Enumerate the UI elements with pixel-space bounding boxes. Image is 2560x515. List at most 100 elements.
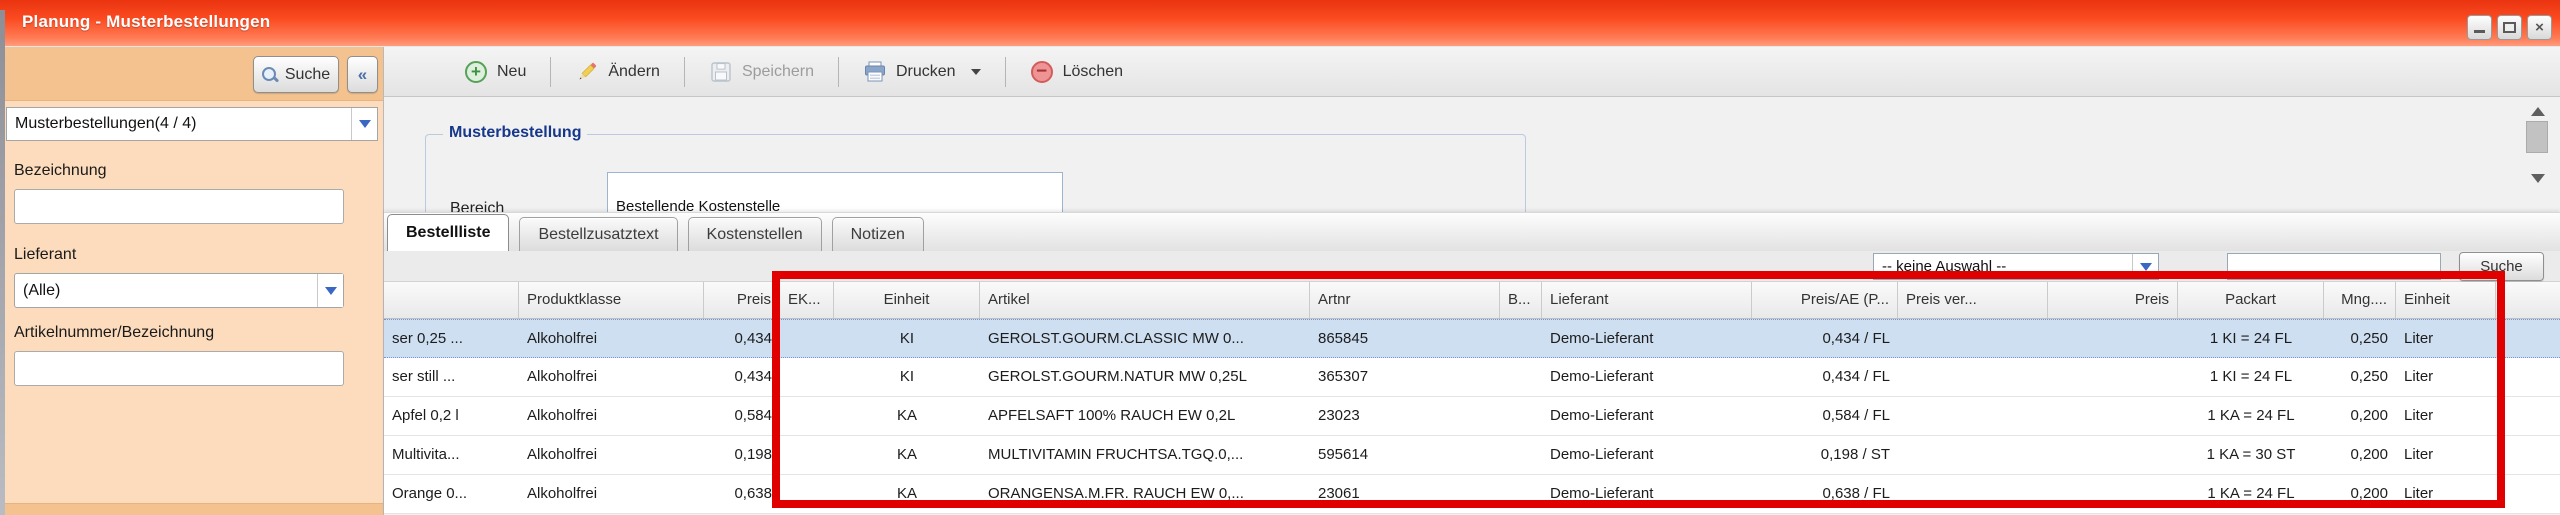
table-row[interactable]: ser still ...Alkoholfrei0,434KIGEROLST.G…	[384, 358, 2560, 397]
chevron-down-icon[interactable]	[317, 274, 343, 307]
cell: 0,198	[704, 436, 780, 474]
cell: 0,434	[704, 320, 780, 357]
column-header-b[interactable]: B...	[1500, 282, 1542, 318]
bereich-select-value: Bestellende Kostenstelle	[608, 171, 1062, 212]
neu-button[interactable]: +Neu	[454, 54, 536, 90]
cell-filler	[2496, 436, 2560, 474]
cell-filler	[2496, 397, 2560, 435]
cell: Demo-Lieferant	[1542, 475, 1752, 513]
cell: 595614	[1310, 436, 1500, 474]
tab-notizen[interactable]: Notizen	[832, 217, 924, 251]
bezeichnung-label: Bezeichnung	[14, 162, 107, 180]
lieferant-select[interactable]: (Alle)	[14, 273, 344, 308]
tab-bestellzusatztext[interactable]: Bestellzusatztext	[519, 217, 677, 251]
restore-button[interactable]	[2497, 15, 2522, 40]
bereich-select[interactable]: Bestellende Kostenstelle	[607, 172, 1063, 212]
close-button[interactable]: ×	[2527, 15, 2552, 40]
cell: KA	[834, 397, 980, 435]
chevron-down-icon[interactable]	[2132, 254, 2158, 279]
cell: 0,434	[704, 358, 780, 396]
bereich-label: Bereich	[450, 200, 504, 212]
window-title: Planung - Musterbestellungen	[22, 12, 270, 32]
cell	[780, 358, 834, 396]
speichern-button[interactable]: Speichern	[699, 54, 824, 90]
toolbar-button-label: Neu	[497, 63, 526, 81]
cell	[1898, 397, 2048, 435]
column-header-preis[interactable]: Preis	[2048, 282, 2178, 318]
minimize-button[interactable]	[2467, 15, 2492, 40]
cell: 1 KA = 30 ST	[2178, 436, 2324, 474]
table-row[interactable]: Orange 0...Alkoholfrei0,638KAORANGENSA.M…	[384, 475, 2560, 514]
cell: 0,200	[2324, 397, 2396, 435]
column-header-lieferant[interactable]: Lieferant	[1542, 282, 1752, 318]
cell: Alkoholfrei	[519, 320, 704, 357]
scroll-down-icon[interactable]	[2531, 174, 2545, 183]
cell: 0,200	[2324, 475, 2396, 513]
sidebar-search-button-label: Suche	[285, 66, 330, 84]
cell: APFELSAFT 100% RAUCH EW 0,2L	[980, 397, 1310, 435]
cell	[1898, 475, 2048, 513]
column-header-preis-ae-p[interactable]: Preis/AE (P...	[1752, 282, 1898, 318]
tab-bestellliste[interactable]: Bestellliste	[387, 214, 509, 251]
cell: 1 KI = 24 FL	[2178, 320, 2324, 357]
column-header-packart[interactable]: Packart	[2178, 282, 2324, 318]
cell: 0,584	[704, 397, 780, 435]
column-header-einheit[interactable]: Einheit	[834, 282, 980, 318]
column-header-artikel[interactable]: Artikel	[980, 282, 1310, 318]
minimize-icon	[2474, 30, 2485, 33]
column-header-einheit[interactable]: Einheit	[2396, 282, 2496, 318]
table-search-input[interactable]	[2227, 253, 2441, 280]
toolbar-button-label: Löschen	[1063, 63, 1124, 81]
toolbar-button-label: Speichern	[742, 63, 814, 81]
restore-icon	[2503, 22, 2516, 33]
column-header-ek[interactable]: EK...	[780, 282, 834, 318]
cell	[1500, 397, 1542, 435]
cell	[1500, 358, 1542, 396]
toolbar: +Neu Ändern Speichern Drucken −Löschen	[384, 47, 2560, 97]
pencil-icon	[575, 60, 599, 84]
table-row[interactable]: Apfel 0,2 lAlkoholfrei0,584KAAPFELSAFT 1…	[384, 397, 2560, 436]
table-row[interactable]: ser 0,25 ...Alkoholfrei0,434KIGEROLST.GO…	[384, 319, 2560, 358]
tab-kostenstellen[interactable]: Kostenstellen	[688, 217, 822, 251]
sidebar-search-button[interactable]: Suche	[253, 56, 339, 93]
cell: 0,434 / FL	[1752, 320, 1898, 357]
lschen-button[interactable]: −Löschen	[1020, 54, 1134, 90]
lieferant-label: Lieferant	[14, 246, 76, 264]
toolbar-separator	[684, 57, 685, 87]
bezeichnung-input[interactable]	[14, 189, 344, 224]
filter-select[interactable]: -- keine Auswahl --	[1873, 253, 2159, 280]
drucken-button[interactable]: Drucken	[853, 54, 991, 90]
form-panel: Musterbestellung Bereich Bestellende Kos…	[384, 97, 2560, 212]
sidebar-collapse-button[interactable]: «	[347, 56, 378, 93]
cell: 0,434 / FL	[1752, 358, 1898, 396]
column-header-produktklasse[interactable]: Produktklasse	[519, 282, 704, 318]
form-vertical-scrollbar	[2526, 105, 2550, 185]
column-header-preis[interactable]: Preis	[704, 282, 780, 318]
cell: 0,638 / FL	[1752, 475, 1898, 513]
table-row[interactable]: Multivita...Alkoholfrei0,198KAMULTIVITAM…	[384, 436, 2560, 475]
cell	[780, 320, 834, 357]
column-header-mng[interactable]: Mng....	[2324, 282, 2396, 318]
table-search-button[interactable]: Suche	[2459, 252, 2544, 281]
ndern-button[interactable]: Ändern	[565, 54, 670, 90]
column-header-preis-ver[interactable]: Preis ver...	[1898, 282, 2048, 318]
artikelnummer-input[interactable]	[14, 351, 344, 386]
cell: Apfel 0,2 l	[384, 397, 519, 435]
artikelnummer-label: Artikelnummer/Bezeichnung	[14, 324, 214, 342]
column-header-filler	[2496, 282, 2560, 318]
cell: Demo-Lieferant	[1542, 397, 1752, 435]
column-header-artnr[interactable]: Artnr	[1310, 282, 1500, 318]
cell: 1 KI = 24 FL	[2178, 358, 2324, 396]
cell	[1898, 320, 2048, 357]
cell	[2048, 358, 2178, 396]
toolbar-separator	[1005, 57, 1006, 87]
musterbestellungen-selector[interactable]: Musterbestellungen(4 / 4)	[6, 107, 378, 141]
cell: 1 KA = 24 FL	[2178, 397, 2324, 435]
cell: Liter	[2396, 397, 2496, 435]
toolbar-separator	[838, 57, 839, 87]
chevron-down-icon[interactable]	[351, 108, 377, 140]
scroll-up-icon[interactable]	[2531, 107, 2545, 116]
column-header-0[interactable]	[384, 282, 519, 318]
cell: Liter	[2396, 358, 2496, 396]
scrollbar-thumb[interactable]	[2526, 121, 2548, 153]
